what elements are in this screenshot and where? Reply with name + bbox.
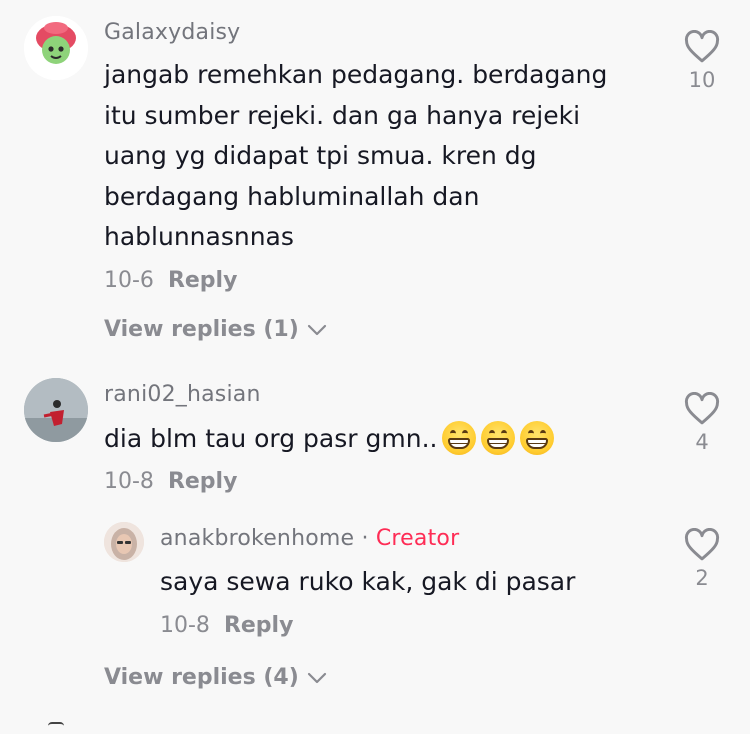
- like-count: 2: [695, 566, 709, 590]
- view-replies-label: View replies (4): [104, 665, 299, 690]
- like-button[interactable]: 4: [680, 392, 724, 454]
- heart-outline-icon: [684, 30, 720, 63]
- chevron-down-icon: [307, 324, 326, 335]
- avatar-illustration: [24, 16, 88, 80]
- reply-username-text[interactable]: anakbrokenhome: [160, 526, 354, 551]
- like-count: 4: [695, 430, 709, 454]
- avatar-photo: [104, 522, 144, 562]
- comment-text-line: uang yg didapat tpi smua. kren dg: [104, 141, 537, 170]
- comment-text-line: itu sumber rejeki. dan ga hanya rejeki: [104, 100, 581, 130]
- creator-separator: ·: [361, 526, 369, 551]
- reply-button[interactable]: Reply: [168, 469, 238, 494]
- grinning-face-emoji: [481, 421, 516, 455]
- comment-text: dia blm tau org pasr gmn..: [104, 419, 555, 460]
- creator-badge: Creator: [375, 526, 460, 551]
- chevron-down-icon: [307, 672, 326, 683]
- reply-date: 10-8: [160, 613, 210, 638]
- reply-username: anakbrokenhome · Creator: [160, 526, 459, 551]
- comment-text: jangab remehkan pedagang. berdagang itu …: [104, 55, 607, 258]
- reply-button[interactable]: Reply: [224, 613, 294, 638]
- comment-meta: 10-6 Reply: [104, 268, 237, 293]
- comment-date: 10-8: [104, 469, 154, 494]
- comment-text-content: dia blm tau org pasr gmn..: [104, 424, 438, 453]
- like-button[interactable]: 10: [680, 30, 724, 92]
- avatar[interactable]: [24, 16, 88, 80]
- comment-text-line: berdagang habluminallah dan: [104, 181, 480, 211]
- next-comment-avatar-edge: [48, 722, 64, 734]
- avatar[interactable]: [24, 378, 88, 442]
- comment-text-line: hablunnasnnas: [104, 222, 294, 251]
- comment-text-line: jangab remehkan pedagang. berdagang: [104, 60, 608, 89]
- grinning-face-emoji: [442, 421, 477, 455]
- reply-meta: 10-8 Reply: [160, 613, 293, 638]
- like-button[interactable]: 2: [680, 528, 724, 590]
- comment-meta: 10-8 Reply: [104, 469, 237, 494]
- heart-outline-icon: [684, 528, 720, 561]
- like-count: 10: [688, 68, 716, 92]
- comment-date: 10-6: [104, 268, 154, 293]
- view-replies-button[interactable]: View replies (1): [104, 317, 327, 342]
- view-replies-label: View replies (1): [104, 317, 299, 342]
- avatar[interactable]: [104, 522, 144, 562]
- heart-outline-icon: [684, 392, 720, 425]
- view-replies-button[interactable]: View replies (4): [104, 665, 327, 690]
- reply-button[interactable]: Reply: [168, 268, 238, 293]
- reply-text: saya sewa ruko kak, gak di pasar: [160, 567, 576, 596]
- comment-username[interactable]: rani02_hasian: [104, 382, 261, 407]
- avatar-photo: [24, 378, 88, 442]
- grinning-face-emoji: [520, 421, 555, 455]
- comment-username[interactable]: Galaxydaisy: [104, 20, 240, 45]
